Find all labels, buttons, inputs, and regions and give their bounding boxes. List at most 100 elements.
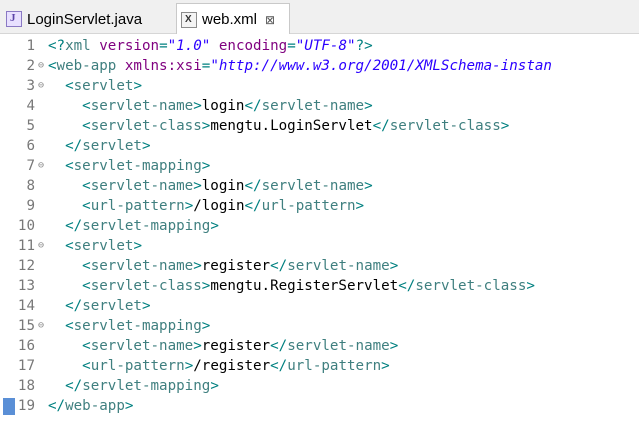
syntax-token-punct: > xyxy=(526,278,535,294)
syntax-token-text: login xyxy=(201,178,245,194)
syntax-token-punct: </ xyxy=(65,138,83,154)
syntax-token-punct: > xyxy=(124,398,134,414)
syntax-token-punct: > xyxy=(184,198,194,214)
syntax-token-tag: servlet-name xyxy=(261,98,365,114)
code-line[interactable]: 17 <url-pattern>/register</url-pattern> xyxy=(0,356,639,376)
syntax-token-val: "1.0" xyxy=(167,38,211,54)
code-line[interactable]: 12 <servlet-name>register</servlet-name> xyxy=(0,256,639,276)
tab-loginservlet-java[interactable]: LoginServlet.java xyxy=(0,4,170,34)
line-number: 5 xyxy=(26,118,35,134)
syntax-token-punct: > xyxy=(364,98,373,114)
syntax-token-punct: > xyxy=(184,358,194,374)
code-line[interactable]: 15 ⊖ <servlet-mapping> xyxy=(0,316,639,336)
syntax-token-punct: = xyxy=(287,38,296,54)
syntax-token-tag: url-pattern xyxy=(90,198,185,214)
line-number: 14 xyxy=(17,298,35,314)
syntax-token-text: /login xyxy=(193,198,245,214)
code-line[interactable]: 1 <?xml version="1.0" encoding="UTF-8"?> xyxy=(0,36,639,56)
line-number: 19 xyxy=(17,398,35,414)
syntax-token-text xyxy=(91,38,100,54)
syntax-token-punct: </ xyxy=(372,118,390,134)
syntax-token-tag: servlet-mapping xyxy=(73,158,202,174)
code-text: <url-pattern>/register</url-pattern> xyxy=(48,356,390,376)
close-tab-icon[interactable]: ⊠ xyxy=(265,13,275,27)
code-line[interactable]: 18 </servlet-mapping> xyxy=(0,376,639,396)
code-line[interactable]: 19 </web-app> xyxy=(0,396,639,416)
syntax-token-punct: > xyxy=(389,258,399,274)
syntax-token-punct: < xyxy=(82,118,91,134)
syntax-token-text: mengtu.LoginServlet xyxy=(210,118,373,134)
syntax-token-punct: > xyxy=(141,138,151,154)
syntax-token-punct: > xyxy=(193,178,202,194)
syntax-token-text: register xyxy=(201,258,271,274)
code-line[interactable]: 13 <servlet-class>mengtu.RegisterServlet… xyxy=(0,276,639,296)
code-line[interactable]: 2 ⊖ <web-app xmlns:xsi="http://www.w3.org/… xyxy=(0,56,639,76)
syntax-token-tag: web-app xyxy=(56,58,117,74)
syntax-token-val: "http://www.w3.org/2001/XMLSchema-instan xyxy=(210,58,552,74)
syntax-token-punct: < xyxy=(82,98,91,114)
code-text: <servlet-class>mengtu.RegisterServlet</s… xyxy=(48,276,535,296)
fold-toggle-icon[interactable]: ⊖ xyxy=(36,76,46,96)
syntax-token-tag: xml xyxy=(65,38,91,54)
syntax-token-punct: < xyxy=(82,258,91,274)
code-line[interactable]: 4 <servlet-name>login</servlet-name> xyxy=(0,96,639,116)
syntax-token-punct: < xyxy=(65,318,74,334)
fold-toggle-icon[interactable]: ⊖ xyxy=(36,56,46,76)
syntax-token-punct: </ xyxy=(270,338,288,354)
code-line[interactable]: 7 ⊖ <servlet-mapping> xyxy=(0,156,639,176)
syntax-token-punct: > xyxy=(201,158,211,174)
code-text: <servlet-name>login</servlet-name> xyxy=(48,96,373,116)
code-line[interactable]: 3 ⊖ <servlet> xyxy=(0,76,639,96)
tab-label: web.xml xyxy=(202,11,258,28)
syntax-token-punct: > xyxy=(133,78,142,94)
editor-tab-bar: LoginServlet.java web.xml ⊠ xyxy=(0,0,639,35)
code-line[interactable]: 10 </servlet-mapping> xyxy=(0,216,639,236)
tab-label: LoginServlet.java xyxy=(27,10,143,28)
code-line[interactable]: 9 <url-pattern>/login</url-pattern> xyxy=(0,196,639,216)
code-line[interactable]: 8 <servlet-name>login</servlet-name> xyxy=(0,176,639,196)
syntax-token-val: "UTF-8" xyxy=(295,38,356,54)
syntax-token-tag: servlet-mapping xyxy=(73,318,202,334)
code-line[interactable]: 6 </servlet> xyxy=(0,136,639,156)
fold-toggle-icon[interactable]: ⊖ xyxy=(36,236,46,256)
syntax-token-punct: > xyxy=(210,218,219,234)
syntax-token-punct: > xyxy=(141,298,151,314)
syntax-token-punct: > xyxy=(381,358,390,374)
line-number: 8 xyxy=(26,178,35,194)
syntax-token-tag: servlet-name xyxy=(90,98,194,114)
syntax-token-tag: url-pattern xyxy=(261,198,356,214)
syntax-token-tag: servlet-name xyxy=(287,338,390,354)
syntax-token-punct: > xyxy=(389,338,399,354)
syntax-token-punct: </ xyxy=(270,358,288,374)
line-number: 16 xyxy=(17,338,35,354)
code-text: </servlet> xyxy=(48,296,151,316)
fold-toggle-icon[interactable]: ⊖ xyxy=(36,156,46,176)
syntax-token-tag: servlet-name xyxy=(287,258,390,274)
syntax-token-punct: <? xyxy=(48,38,66,54)
line-number: 4 xyxy=(26,98,35,114)
line-number: 1 xyxy=(26,38,35,54)
syntax-token-tag: servlet xyxy=(73,238,134,254)
syntax-token-text: login xyxy=(201,98,245,114)
syntax-token-tag: servlet xyxy=(82,138,142,154)
syntax-token-punct: ?> xyxy=(355,38,373,54)
tab-web-xml[interactable]: web.xml ⊠ xyxy=(176,3,290,35)
xml-source-editor[interactable]: 1 <?xml version="1.0" encoding="UTF-8"?> 2… xyxy=(0,34,639,425)
syntax-token-tag: servlet-name xyxy=(261,178,365,194)
code-line[interactable]: 16 <servlet-name>register</servlet-name> xyxy=(0,336,639,356)
xml-file-icon xyxy=(181,11,197,28)
line-number: 18 xyxy=(17,378,35,394)
syntax-token-tag: servlet-name xyxy=(90,258,194,274)
syntax-token-punct: < xyxy=(82,178,91,194)
syntax-token-punct: = xyxy=(159,38,168,54)
syntax-token-punct: < xyxy=(65,238,74,254)
fold-toggle-icon[interactable]: ⊖ xyxy=(36,316,46,336)
code-line[interactable]: 5 <servlet-class>mengtu.LoginServlet</se… xyxy=(0,116,639,136)
syntax-token-tag: servlet xyxy=(73,78,134,94)
code-line[interactable]: 14 </servlet> xyxy=(0,296,639,316)
code-line[interactable]: 11 ⊖ <servlet> xyxy=(0,236,639,256)
syntax-token-tag: servlet-class xyxy=(90,278,202,294)
line-number: 6 xyxy=(26,138,35,154)
code-text: <servlet-name>register</servlet-name> xyxy=(48,336,398,356)
syntax-token-tag: servlet-mapping xyxy=(82,218,211,234)
